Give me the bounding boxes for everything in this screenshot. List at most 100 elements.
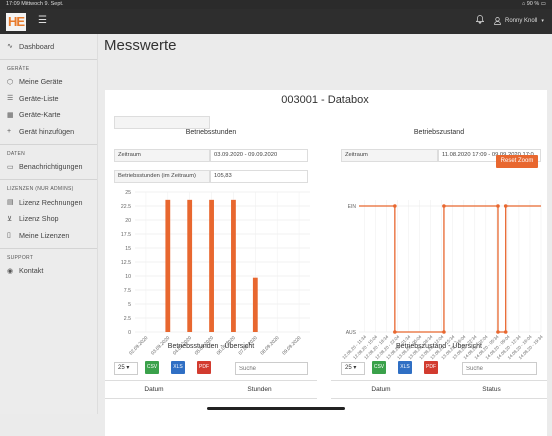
sidebar-item-label: Dashboard [19, 41, 55, 51]
sidebar-item-label: Meine Lizenzen [19, 230, 70, 240]
y-tick-label: 17.5 [121, 232, 131, 238]
csv-export-button[interactable]: CSV [372, 361, 386, 374]
divider [331, 380, 547, 381]
sidebar-item-dashboard[interactable]: ∿ Dashboard [0, 38, 97, 55]
app-logo[interactable]: HE [6, 13, 26, 31]
sidebar-section-title: SUPPORT [7, 254, 34, 261]
map-icon: ▦ [7, 111, 14, 119]
file-icon: ▯ [7, 232, 11, 240]
list-icon: ☰ [7, 95, 14, 103]
y-tick-label: 2.5 [124, 316, 131, 322]
main-content: Messwerte 003001 - Databox Betriebsstund… [99, 34, 552, 436]
battery-indicator: ⌂ 90 % ▭ [521, 1, 546, 7]
cart-icon: ⊻ [7, 215, 13, 223]
sidebar-item-geraete-karte[interactable]: ▦ Geräte-Karte [0, 107, 97, 124]
search-input[interactable] [235, 362, 308, 375]
left-table-title: Betriebsstunden - Übersicht [167, 343, 255, 350]
cube-icon: ⬡ [7, 78, 14, 86]
page-size-select[interactable]: 25 ▾ [114, 362, 138, 375]
sidebar-section-title: DATEN [7, 150, 26, 157]
y-tick-label: 5 [128, 302, 131, 308]
status-bar: 17:09 Mittwoch 9. Sept. ⌂ 90 % ▭ [0, 0, 552, 9]
pdf-export-button[interactable]: PDF [197, 361, 211, 374]
document-icon: ▤ [7, 199, 14, 207]
sidebar-item-label: Benachrichtigungen [19, 162, 83, 172]
hours-label: Betriebsstunden (im Zeitraum) [114, 170, 210, 183]
col-header-datum[interactable]: Datum [114, 386, 194, 393]
sidebar-section-title: LIZENZEN (NUR ADMINS) [7, 186, 74, 192]
data-point [496, 204, 500, 208]
sidebar-item-lizenz-shop[interactable]: ⊻ Lizenz Shop [0, 211, 97, 228]
top-navbar: HE ☰ Ronny Knoll ▾ [0, 9, 552, 34]
sidebar-item-meine-geraete[interactable]: ⬡ Meine Geräte [0, 74, 97, 91]
sidebar-item-geraete-liste[interactable]: ☰ Geräte-Liste [0, 90, 97, 107]
sidebar-item-kontakt[interactable]: ◉ Kontakt [0, 263, 97, 280]
data-point [442, 204, 446, 208]
sidebar-item-label: Kontakt [19, 266, 44, 276]
pdf-export-button[interactable]: PDF [424, 361, 438, 374]
xls-export-button[interactable]: XLS [171, 361, 185, 374]
chevron-down-icon: ▾ [541, 18, 544, 24]
zeitraum-label: Zeitraum [114, 149, 210, 162]
y-tick-label: 25 [125, 190, 131, 196]
sidebar-item-label: Lizenz Shop [19, 214, 59, 224]
sidebar-section-title: GERÄTE [7, 65, 30, 72]
bar [187, 199, 193, 332]
right-panel-title: Betriebszustand [413, 129, 465, 136]
status-time: 17:09 Mittwoch 9. Sept. [6, 1, 64, 7]
y-tick-label: 22.5 [121, 204, 131, 210]
right-table-title: Betriebszustand - Übersicht [396, 343, 482, 350]
series-line [359, 205, 541, 333]
divider [0, 143, 97, 145]
user-menu[interactable]: Ronny Knoll ▾ [494, 17, 544, 25]
xls-export-button[interactable]: XLS [398, 361, 412, 374]
col-header-datum[interactable]: Datum [341, 386, 421, 393]
bar [209, 199, 214, 332]
page-size-select[interactable]: 25 ▾ [341, 362, 365, 375]
hours-value: 105,83 [210, 170, 308, 183]
divider [0, 247, 97, 249]
y-tick-label: 20 [125, 218, 131, 224]
reset-zoom-button[interactable]: Reset Zoom [496, 155, 538, 168]
data-point [442, 330, 446, 334]
sidebar-item-label: Gerät hinzufügen [19, 126, 75, 136]
y-tick-label: AUS [346, 330, 357, 336]
left-panel-title: Betriebsstunden [185, 129, 237, 136]
bar [165, 199, 171, 332]
sidebar-item-benachrichtigungen[interactable]: ▭ Benachrichtigungen [0, 159, 97, 176]
divider [105, 380, 317, 381]
bell-icon[interactable] [475, 15, 485, 26]
data-point [393, 204, 397, 208]
sidebar-item-meine-lizenzen[interactable]: ▯ Meine Lizenzen [0, 227, 97, 244]
y-tick-label: 10 [125, 274, 131, 280]
y-tick-label: 12.5 [121, 260, 131, 266]
zeitraum-input[interactable]: 03.09.2020 - 09.09.2020 [210, 149, 308, 162]
bar [252, 277, 258, 332]
y-tick-label: EIN [348, 204, 357, 210]
zeitraum-label: Zeitraum [341, 149, 438, 162]
divider [0, 58, 97, 60]
sidebar-item-label: Meine Geräte [19, 77, 63, 87]
col-header-status[interactable]: Status [449, 386, 534, 393]
sidebar-item-geraet-hinzufuegen[interactable]: + Gerät hinzufügen [0, 123, 97, 140]
sidebar-item-label: Geräte-Karte [19, 110, 61, 120]
sidebar: ∿ Dashboard GERÄTE ⬡ Meine Geräte ☰ Geräte… [0, 34, 98, 414]
page-title: Messwerte [104, 37, 177, 54]
spacer [114, 116, 210, 129]
data-point [503, 330, 508, 334]
bar [231, 199, 236, 332]
divider [331, 398, 547, 399]
user-name: Ronny Knoll [505, 18, 538, 24]
menu-toggle-icon[interactable]: ☰ [38, 15, 47, 26]
data-point [503, 204, 508, 208]
search-input[interactable] [462, 362, 537, 375]
plus-icon: + [7, 127, 12, 135]
activity-icon: ∿ [7, 43, 13, 51]
col-header-stunden[interactable]: Stunden [217, 386, 302, 393]
sidebar-item-lizenz-rechnungen[interactable]: ▤ Lizenz Rechnungen [0, 194, 97, 211]
sidebar-item-label: Lizenz Rechnungen [19, 197, 83, 207]
chat-icon: ▭ [7, 163, 14, 171]
divider [0, 179, 97, 180]
csv-export-button[interactable]: CSV [145, 361, 159, 374]
data-point [393, 330, 397, 334]
